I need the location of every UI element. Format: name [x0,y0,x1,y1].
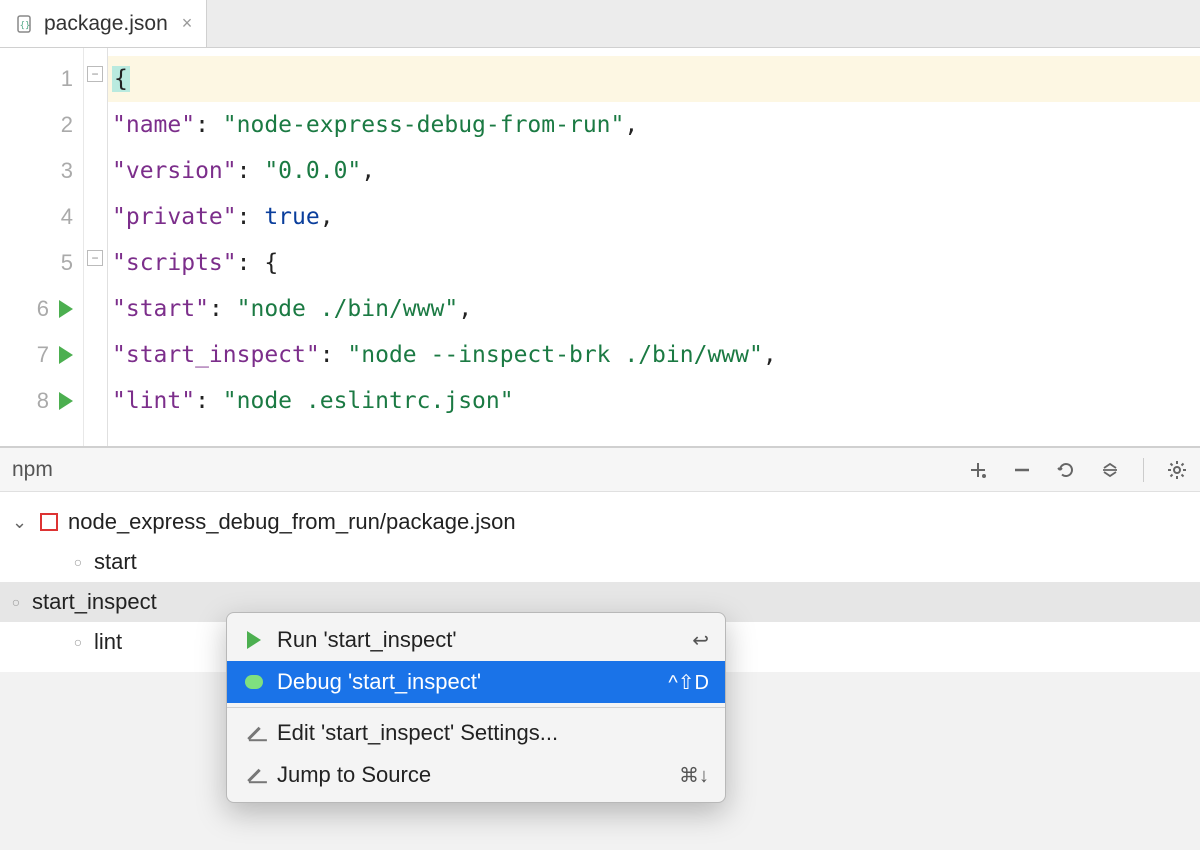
menu-run-script[interactable]: Run 'start_inspect' ↩ [227,619,725,661]
menu-shortcut: ⌘↓ [679,763,709,788]
tool-window-title: npm [12,458,967,482]
menu-debug-script[interactable]: Debug 'start_inspect' ^⇧D [227,661,725,703]
code-text: "0.0.0" [264,158,361,184]
code-text: "node ./bin/www" [237,296,459,322]
add-icon[interactable] [967,459,989,481]
run-gutter-icon[interactable] [59,346,73,364]
pencil-icon [243,732,265,735]
menu-shortcut: ^⇧D [668,670,709,695]
separator [1143,458,1144,482]
code-text: true [264,204,319,230]
npm-tool-window: npm ⌄ node_express_debug_from_run/packag… [0,446,1200,672]
code-text: "version" [112,158,237,184]
menu-jump-to-source[interactable]: Jump to Source ⌘↓ [227,754,725,796]
menu-label: Jump to Source [277,762,667,788]
editor-tab-bar: {} package.json × [0,0,1200,48]
code-text: "start" [112,296,209,322]
line-number-gutter: 1 2 3 4 5 6 7 8 [0,48,84,446]
code-editor[interactable]: 1 2 3 4 5 6 7 8 − − { "name": "node-expr… [0,48,1200,446]
run-gutter-icon[interactable] [59,392,73,410]
script-label: start_inspect [32,589,157,615]
code-text: "name" [112,112,195,138]
remove-icon[interactable] [1011,459,1033,481]
npm-icon [40,513,58,531]
svg-text:{}: {} [20,21,31,31]
script-label: start [94,549,137,575]
fold-column: − − [84,48,108,446]
code-text: "node --inspect-brk ./bin/www" [347,342,762,368]
play-icon [243,631,265,649]
script-label: lint [94,629,122,655]
menu-separator [227,707,725,708]
code-text: { [112,66,130,92]
chevron-down-icon[interactable]: ⌄ [12,512,30,533]
gear-icon[interactable] [1166,459,1188,481]
pencil-icon [243,774,265,777]
line-number: 4 [61,204,73,230]
line-number: 2 [61,112,73,138]
npm-tree-root[interactable]: ⌄ node_express_debug_from_run/package.js… [10,502,1190,542]
npm-root-label: node_express_debug_from_run/package.json [68,509,516,535]
code-text: "lint" [112,388,195,414]
menu-shortcut: ↩ [692,628,709,653]
bullet-icon: ○ [72,634,84,650]
menu-edit-settings[interactable]: Edit 'start_inspect' Settings... [227,712,725,754]
bullet-icon: ○ [10,594,22,610]
code-text: "node-express-debug-from-run" [223,112,625,138]
tab-label: package.json [44,12,168,36]
code-text: "start_inspect" [112,342,320,368]
context-menu: Run 'start_inspect' ↩ Debug 'start_inspe… [226,612,726,803]
code-text: "node .eslintrc.json" [223,388,514,414]
line-number: 3 [61,158,73,184]
line-number: 5 [61,250,73,276]
npm-script-tree: ⌄ node_express_debug_from_run/package.js… [0,492,1200,672]
close-tab-icon[interactable]: × [182,13,193,34]
fold-toggle-icon[interactable]: − [87,66,103,82]
menu-label: Edit 'start_inspect' Settings... [277,720,697,746]
editor-tab-package-json[interactable]: {} package.json × [0,0,207,47]
bullet-icon: ○ [72,554,84,570]
line-number: 1 [61,66,73,92]
line-number: 6 [37,296,49,322]
fold-toggle-icon[interactable]: − [87,250,103,266]
refresh-icon[interactable] [1055,459,1077,481]
code-area[interactable]: { "name": "node-express-debug-from-run",… [108,48,1200,446]
tool-window-actions [967,458,1188,482]
code-text: "private" [112,204,237,230]
line-number: 8 [37,388,49,414]
menu-label: Debug 'start_inspect' [277,669,656,695]
line-number: 7 [37,342,49,368]
collapse-all-icon[interactable] [1099,459,1121,481]
json-file-icon: {} [14,13,36,35]
code-text: "scripts" [112,250,237,276]
run-gutter-icon[interactable] [59,300,73,318]
bug-icon [243,675,265,689]
npm-script-item-start[interactable]: ○ start [10,542,1190,582]
tool-window-header: npm [0,448,1200,492]
menu-label: Run 'start_inspect' [277,627,680,653]
